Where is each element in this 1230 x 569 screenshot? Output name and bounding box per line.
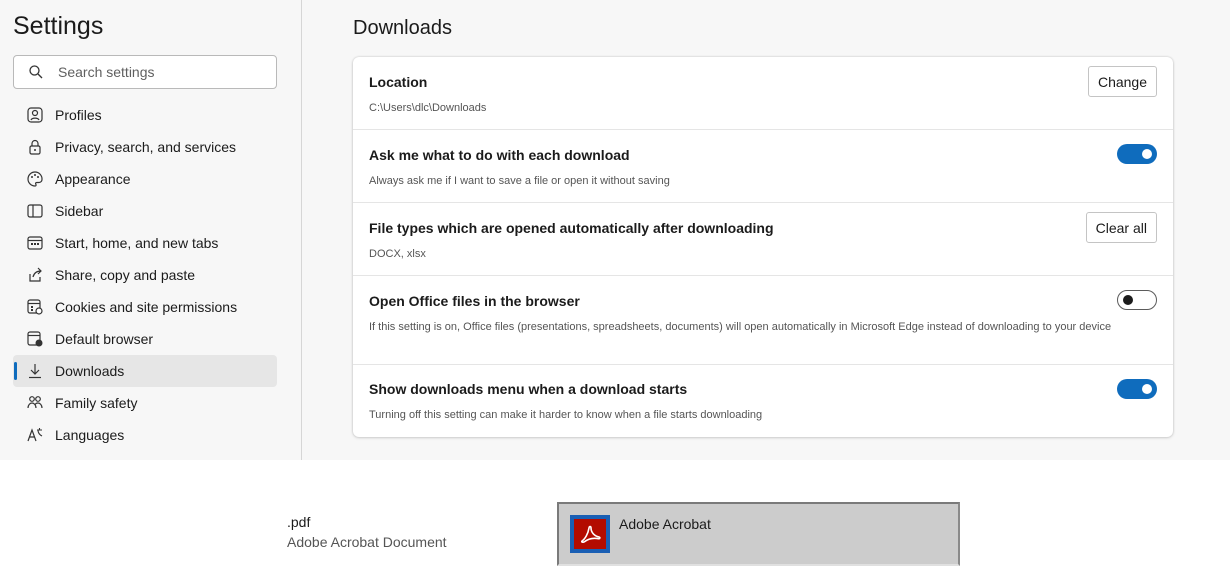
family-icon [26,394,44,412]
sidebar-item-label: Languages [55,427,125,443]
downloads-menu-toggle[interactable] [1117,379,1157,399]
sidebar-item-label: Cookies and site permissions [55,299,238,315]
sidebar-item-sidebar[interactable]: Sidebar [13,195,277,227]
share-icon [26,266,44,284]
toggle-knob [1123,295,1133,305]
file-types-list: DOCX, xlsx [369,248,426,260]
cookies-icon [26,298,44,316]
downloads-menu-description: Turning off this setting can make it har… [369,409,763,421]
downloads-menu-row: Show downloads menu when a download star… [353,365,1173,437]
sidebar-item-label: Privacy, search, and services [55,139,237,155]
sidebar-item-appearance[interactable]: Appearance [13,163,277,195]
download-icon [26,362,44,380]
ask-description: Always ask me if I want to save a file o… [369,175,670,187]
sidebar-item-label: Share, copy and paste [55,267,196,283]
sidebar-item-family-safety[interactable]: Family safety [13,387,277,419]
search-icon [29,65,43,79]
page-title: Downloads [353,17,452,39]
sidebar-item-label: Family safety [55,395,138,411]
location-row: Location C:\Users\dlc\Downloads Change [353,57,1173,130]
sidebar-item-label: Default browser [55,331,154,347]
sidebar-item-downloads[interactable]: Downloads [13,355,277,387]
sidebar-item-profiles[interactable]: Profiles [13,99,277,131]
sidebar: Settings Profiles Privacy, search, and s… [0,0,302,460]
sidebar-item-label: Sidebar [55,203,104,219]
sidebar-item-default-browser[interactable]: Default browser [13,323,277,355]
office-row: Open Office files in the browser If this… [353,276,1173,365]
file-extension: .pdf [287,514,311,530]
toggle-knob [1142,149,1152,159]
sidebar-item-languages[interactable]: Languages [13,419,277,451]
sidebar-item-label: Profiles [55,107,102,123]
office-description: If this setting is on, Office files (pre… [369,321,1112,333]
change-location-button[interactable]: Change [1087,66,1157,97]
office-title: Open Office files in the browser [369,293,580,309]
downloads-menu-title: Show downloads menu when a download star… [369,381,688,397]
location-title: Location [369,74,428,90]
sidebar-item-label: Start, home, and new tabs [55,235,219,251]
profile-icon [26,106,44,124]
file-type-description: Adobe Acrobat Document [287,534,447,550]
sidebar-item-label: Downloads [55,363,125,379]
file-types-title: File types which are opened automaticall… [369,220,774,236]
home-tabs-icon [26,234,44,252]
downloads-settings-card: Location C:\Users\dlc\Downloads Change A… [353,57,1173,437]
sidebar-item-share[interactable]: Share, copy and paste [13,259,277,291]
browser-icon [26,330,44,348]
ask-row: Ask me what to do with each download Alw… [353,130,1173,203]
language-icon [26,426,44,444]
clear-all-button[interactable]: Clear all [1085,212,1157,243]
lock-icon [26,138,44,156]
search-input[interactable] [58,56,268,88]
default-app-button[interactable]: Adobe Acrobat [557,502,960,566]
location-path: C:\Users\dlc\Downloads [369,102,487,114]
ask-title: Ask me what to do with each download [369,147,630,163]
office-toggle[interactable] [1117,290,1157,310]
file-association-panel: .pdf Adobe Acrobat Document Adobe Acroba… [0,460,1230,569]
settings-window: Settings Profiles Privacy, search, and s… [0,0,1230,460]
file-types-row: File types which are opened automaticall… [353,203,1173,276]
sidebar-nav: Profiles Privacy, search, and services A… [13,99,277,451]
adobe-acrobat-icon [570,515,610,553]
sidebar-icon [26,202,44,220]
palette-icon [26,170,44,188]
search-box[interactable] [13,55,277,89]
sidebar-item-cookies[interactable]: Cookies and site permissions [13,291,277,323]
sidebar-item-label: Appearance [55,171,131,187]
toggle-knob [1142,384,1152,394]
ask-toggle[interactable] [1117,144,1157,164]
settings-title: Settings [13,12,104,40]
default-app-name: Adobe Acrobat [619,516,711,532]
sidebar-item-privacy[interactable]: Privacy, search, and services [13,131,277,163]
main-panel: Downloads Location C:\Users\dlc\Download… [303,0,1230,460]
sidebar-item-start-home[interactable]: Start, home, and new tabs [13,227,277,259]
